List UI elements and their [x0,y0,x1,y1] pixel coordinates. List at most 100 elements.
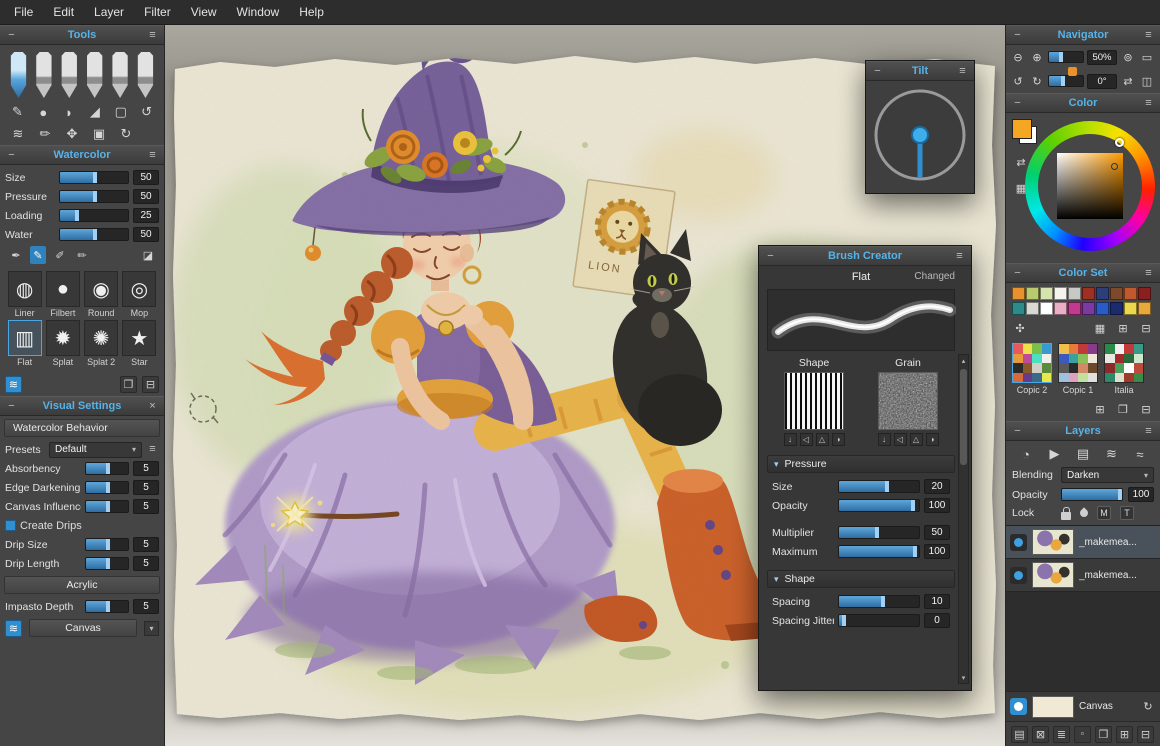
collapse-icon[interactable]: − [1011,268,1024,279]
wet-preview-toggle[interactable]: ≋ [5,376,22,393]
splat[interactable]: ✹ Splat [45,320,80,367]
redo-button[interactable]: ↻ [116,125,136,143]
wet-the-layer-button[interactable]: ◦ [1074,726,1091,743]
remove-color-button[interactable]: ⊟ [1138,319,1154,337]
color-panel-header[interactable]: − Color ≡ [1006,93,1160,113]
zoom-slider[interactable] [1048,51,1084,63]
color-swatch[interactable] [1054,287,1067,300]
color-mixer-icon[interactable]: ✣ [1012,319,1028,337]
collapse-icon[interactable]: − [871,66,884,77]
color-swatch[interactable] [1040,302,1053,315]
tools-panel-header[interactable]: − Tools ≡ [0,25,164,45]
flip-horizontal-icon[interactable]: ⇄ [1120,72,1136,90]
duplicate-layer-button[interactable]: ❐ [1095,726,1112,743]
star[interactable]: ★ Star [122,320,157,367]
color-swatch[interactable] [1110,287,1123,300]
slider-value[interactable]: 5 [133,499,159,514]
shape-section-header[interactable]: ▾ Shape [767,570,955,588]
presets-menu-icon[interactable]: ≡ [146,444,159,455]
panel-menu-icon[interactable]: ≡ [1142,98,1155,109]
slider-value[interactable]: 5 [133,480,159,495]
color-swatch[interactable] [1096,302,1109,315]
slider-value[interactable]: 50 [133,189,159,204]
color-swatch[interactable] [1082,302,1095,315]
rotation-slider[interactable] [1048,75,1084,87]
presets-dropdown[interactable]: Default ▾ [49,442,142,458]
color-set-item[interactable]: Copic 2 [1012,343,1052,395]
slider-value[interactable]: 100 [924,544,950,559]
canvas-influence[interactable] [85,500,129,513]
loading[interactable] [59,209,129,222]
layers-panel-header[interactable]: − Layers ≡ [1006,421,1160,441]
multiplier[interactable] [838,526,920,539]
menu-item[interactable]: File [4,1,43,23]
add-color-button[interactable]: ⊞ [1115,319,1131,337]
create-drips-checkbox[interactable] [5,520,16,531]
edge-darkening[interactable] [85,481,129,494]
color-swatch[interactable] [1040,287,1053,300]
merge-lock-toggle[interactable]: M [1097,506,1111,520]
rotate-icon[interactable]: △ [910,433,923,446]
rotate-ccw-icon[interactable]: ↺ [1010,72,1026,90]
liner[interactable]: ◍ Liner [7,271,42,318]
mop-brush[interactable] [112,52,129,98]
slider-value[interactable]: 10 [924,594,950,609]
color-swatch[interactable] [1138,287,1151,300]
eyedropper-tool[interactable]: ✏ [35,125,55,143]
blending-dropdown[interactable]: Darken ▾ [1061,467,1154,483]
wet-panel-icon[interactable]: ≋ [5,620,22,637]
opacity[interactable] [838,499,920,512]
import-icon[interactable]: ↓ [784,433,797,446]
mop[interactable]: ◎ Mop [122,271,157,318]
water-drop-tool[interactable]: ◗ [60,103,79,121]
scroll-down-button[interactable]: ▾ [144,621,159,636]
color-set-item[interactable]: Copic 1 [1058,343,1098,395]
slider-value[interactable]: 25 [133,208,159,223]
fan-brush[interactable] [137,52,154,98]
tilt-control[interactable] [866,81,974,193]
color-swatch[interactable] [1124,287,1137,300]
color-swatch[interactable] [1110,302,1123,315]
color-swatch[interactable] [1138,302,1151,315]
pressure-section-header[interactable]: ▾ Pressure [767,455,955,473]
water[interactable] [59,228,129,241]
paint-mode[interactable]: ✎ [30,246,46,264]
color-swatch[interactable] [1068,302,1081,315]
opacity-slider[interactable] [1061,488,1123,501]
new-swatch-button[interactable]: ⊞ [1092,400,1108,418]
stack-icon[interactable]: ▤ [1073,445,1093,463]
slider-value[interactable]: 50 [133,170,159,185]
select-tool[interactable]: ▣ [89,125,109,143]
grid-view-icon[interactable]: ▦ [1092,319,1108,337]
scroll-up-icon[interactable]: ▴ [962,355,966,366]
absorbency[interactable] [85,462,129,475]
panel-menu-icon[interactable]: ≡ [953,251,966,262]
filbert-brush[interactable] [86,52,103,98]
zoom-out-icon[interactable]: ⊖ [1010,48,1026,66]
zoom-in-icon[interactable]: ⊕ [1029,48,1045,66]
round-watercolor-brush[interactable] [10,52,27,98]
color-swatch[interactable] [1096,287,1109,300]
refresh-canvas-icon[interactable]: ↻ [1140,698,1156,716]
navigator-header[interactable]: − Navigator ≡ [1006,25,1160,45]
scrollbar[interactable]: ▴ ▾ [958,354,969,684]
canvas-visibility-icon[interactable] [1010,698,1027,715]
flat[interactable]: ▥ Flat [7,320,42,367]
canvas-layer-row[interactable]: Canvas ↻ [1006,691,1160,721]
panel-menu-icon[interactable]: ≡ [1142,426,1155,437]
slider-value[interactable]: 0 [924,613,950,628]
color-wheel[interactable] [1025,121,1155,251]
slider-value[interactable]: 5 [133,461,159,476]
filbert[interactable]: ● Filbert [45,271,80,318]
collapse-icon[interactable]: − [5,30,18,41]
tilt-panel-header[interactable]: − Tilt ≡ [866,61,974,81]
color-set-header[interactable]: − Color Set ≡ [1006,263,1160,283]
dry-tool[interactable]: ≋ [8,125,28,143]
duplicate-preset-button[interactable]: ❐ [120,376,137,393]
rotation-value[interactable]: 0° [1087,74,1117,89]
size[interactable] [59,171,129,184]
color-swatch[interactable] [1124,302,1137,315]
close-icon[interactable]: × [146,401,159,412]
spacing[interactable] [838,595,920,608]
layer-visibility-icon[interactable] [1010,534,1027,551]
